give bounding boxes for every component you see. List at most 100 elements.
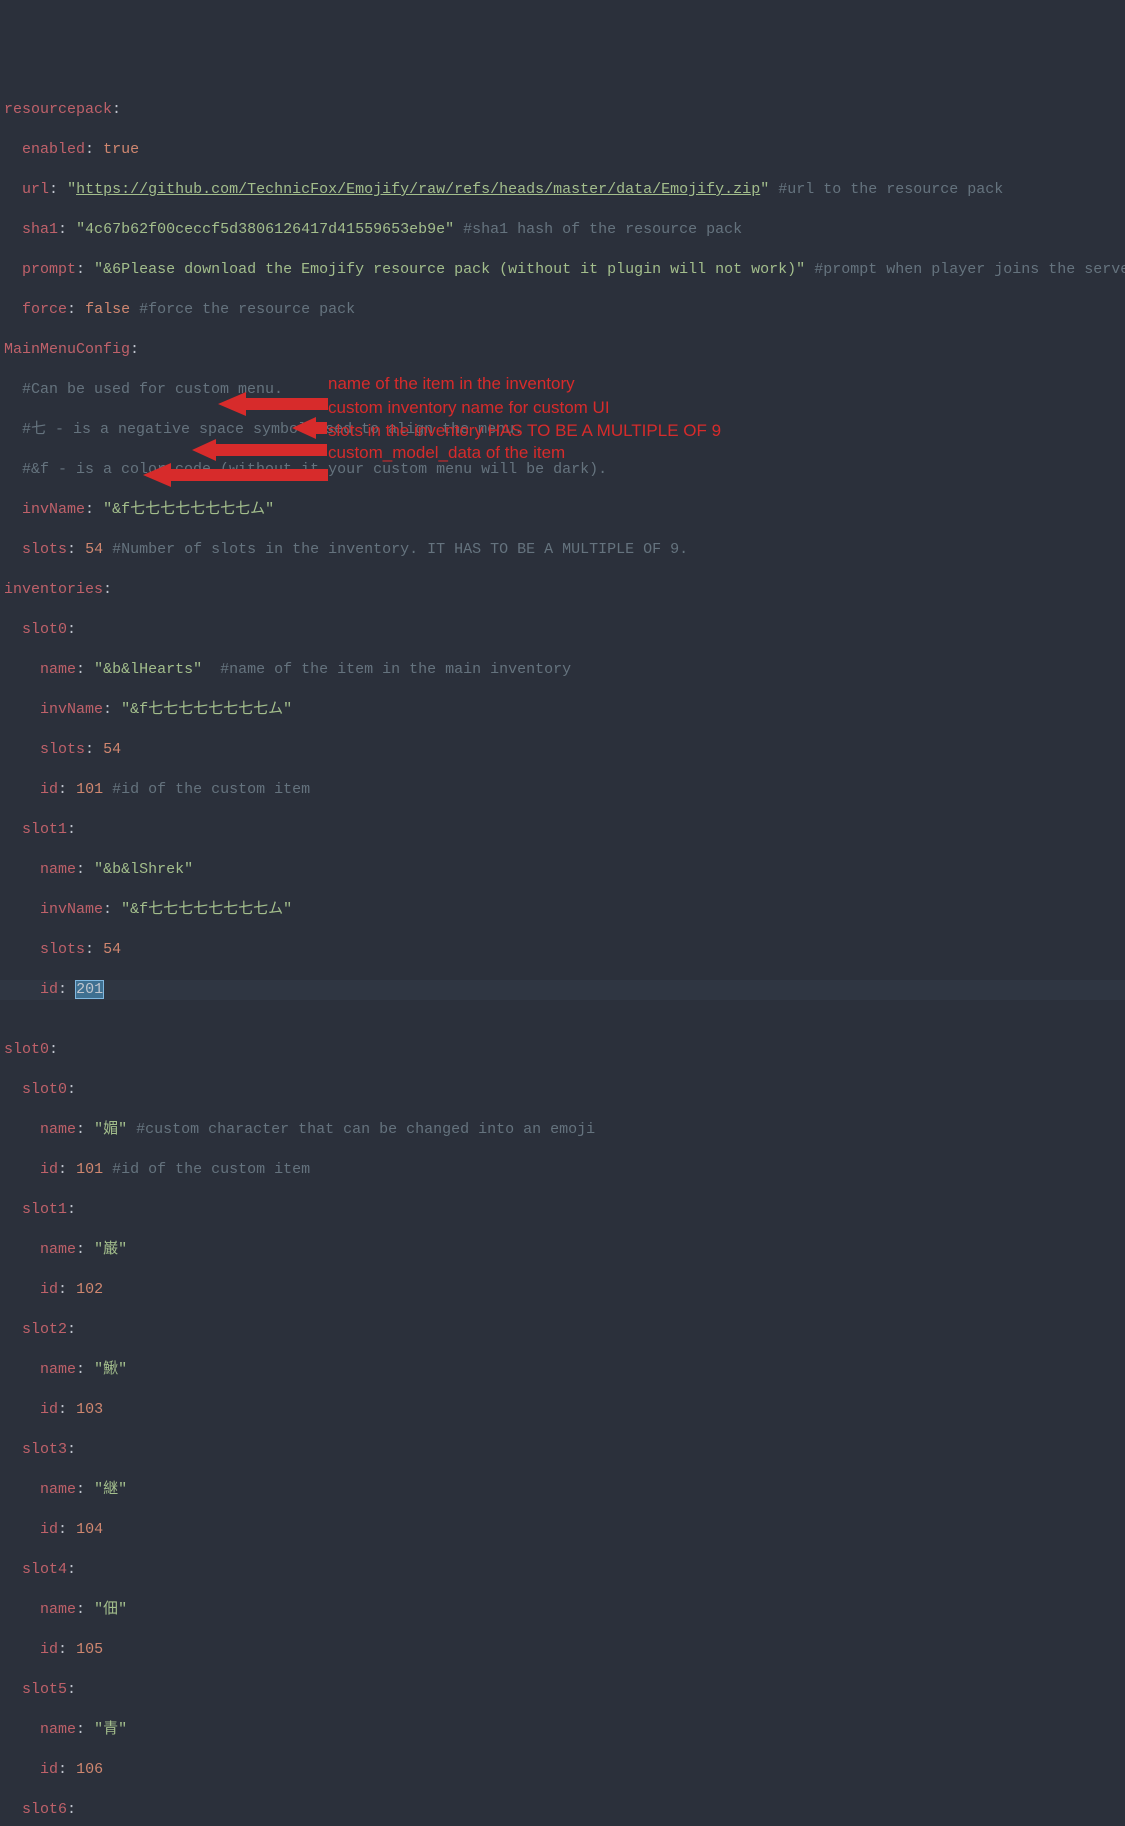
yaml-key: id: [40, 981, 58, 998]
yaml-key: id: [40, 1641, 58, 1658]
code-line: force: false #force the resource pack: [0, 300, 1125, 320]
code-line: id: 103: [0, 1400, 1125, 1420]
code-line: invName: "&f七七七七七七七七ム": [0, 700, 1125, 720]
yaml-key: name: [40, 861, 76, 878]
yaml-key: slot0: [4, 1041, 49, 1058]
yaml-key: slot4: [22, 1561, 67, 1578]
yaml-key: id: [40, 781, 58, 798]
code-line: slot5:: [0, 1680, 1125, 1700]
yaml-comment: #name of the item in the main inventory: [211, 661, 571, 678]
yaml-number: 101: [76, 1161, 103, 1178]
yaml-key: slot0: [22, 1081, 67, 1098]
code-line: slots: 54: [0, 940, 1125, 960]
yaml-key: enabled: [22, 141, 85, 158]
code-line: id: 101 #id of the custom item: [0, 780, 1125, 800]
code-line: slot4:: [0, 1560, 1125, 1580]
yaml-string: "巌": [94, 1241, 127, 1258]
code-line: id: 105: [0, 1640, 1125, 1660]
yaml-string: "青": [94, 1721, 127, 1738]
code-line: id: 102: [0, 1280, 1125, 1300]
code-line: slots: 54: [0, 740, 1125, 760]
code-line: name: "&b&lShrek": [0, 860, 1125, 880]
code-line: invName: "&f七七七七七七七七ム": [0, 900, 1125, 920]
code-line: name: "青": [0, 1720, 1125, 1740]
yaml-key: sha1: [22, 221, 58, 238]
yaml-number: 105: [76, 1641, 103, 1658]
yaml-key: name: [40, 1241, 76, 1258]
yaml-key: url: [22, 181, 49, 198]
yaml-bool: false: [85, 301, 130, 318]
yaml-key: slot6: [22, 1801, 67, 1818]
yaml-comment: #sha1 hash of the resource pack: [463, 221, 742, 238]
yaml-string: "媚": [94, 1121, 127, 1138]
yaml-number: 103: [76, 1401, 103, 1418]
yaml-key: invName: [40, 901, 103, 918]
yaml-string: "&b&lShrek": [94, 861, 193, 878]
code-line: prompt: "&6Please download the Emojify r…: [0, 260, 1125, 280]
yaml-key: slot1: [22, 821, 67, 838]
yaml-key: id: [40, 1521, 58, 1538]
yaml-key: MainMenuConfig: [4, 341, 130, 358]
code-line: name: "媚" #custom character that can be …: [0, 1120, 1125, 1140]
code-line: slot1:: [0, 820, 1125, 840]
yaml-key: slot0: [22, 621, 67, 638]
yaml-key: slot5: [22, 1681, 67, 1698]
yaml-key: id: [40, 1761, 58, 1778]
yaml-key: name: [40, 1601, 76, 1618]
code-line: slot0:: [0, 1040, 1125, 1060]
yaml-key: invName: [40, 701, 103, 718]
code-line: MainMenuConfig:: [0, 340, 1125, 360]
yaml-string: "佃": [94, 1601, 127, 1618]
yaml-string: "4c67b62f00ceccf5d3806126417d41559653eb9…: [76, 221, 454, 238]
code-line: name: "継": [0, 1480, 1125, 1500]
code-line: slot2:: [0, 1320, 1125, 1340]
annotation-arrow-icon: [143, 443, 328, 507]
code-line: id: 106: [0, 1760, 1125, 1780]
yaml-key: id: [40, 1281, 58, 1298]
yaml-key: prompt: [22, 261, 76, 278]
yaml-key: slots: [40, 941, 85, 958]
yaml-key: slots: [40, 741, 85, 758]
code-line: slots: 54 #Number of slots in the invent…: [0, 540, 1125, 560]
yaml-key: slot3: [22, 1441, 67, 1458]
code-editor[interactable]: resourcepack: enabled: true url: "https:…: [0, 80, 1125, 1826]
code-line: enabled: true: [0, 140, 1125, 160]
yaml-string: "&b&lHearts": [94, 661, 202, 678]
annotation-text: custom inventory name for custom UI: [328, 398, 610, 418]
yaml-key: name: [40, 1481, 76, 1498]
yaml-url: https://github.com/TechnicFox/Emojify/ra…: [76, 181, 760, 198]
yaml-string: "継": [94, 1481, 127, 1498]
yaml-key: id: [40, 1161, 58, 1178]
yaml-comment: #force the resource pack: [139, 301, 355, 318]
yaml-key: name: [40, 661, 76, 678]
yaml-number: 54: [103, 941, 121, 958]
yaml-key: slot2: [22, 1321, 67, 1338]
yaml-key: invName: [22, 501, 85, 518]
code-line: slot1:: [0, 1200, 1125, 1220]
yaml-bool: true: [103, 141, 139, 158]
yaml-comment: #id of the custom item: [112, 1161, 310, 1178]
yaml-comment: #prompt when player joins the server: [814, 261, 1125, 278]
code-line: id: 101 #id of the custom item: [0, 1160, 1125, 1180]
code-line: sha1: "4c67b62f00ceccf5d3806126417d41559…: [0, 220, 1125, 240]
code-line-highlighted: id: 201: [0, 980, 1125, 1000]
code-line: name: "佃": [0, 1600, 1125, 1620]
code-line: url: "https://github.com/TechnicFox/Emoj…: [0, 180, 1125, 200]
yaml-string: "&f七七七七七七七七ム": [121, 901, 292, 918]
yaml-key: slots: [22, 541, 67, 558]
yaml-key: slot1: [22, 1201, 67, 1218]
yaml-number: 106: [76, 1761, 103, 1778]
yaml-number: 104: [76, 1521, 103, 1538]
code-line: name: "鰍": [0, 1360, 1125, 1380]
yaml-comment: #url to the resource pack: [778, 181, 1003, 198]
yaml-comment: #custom character that can be changed in…: [136, 1121, 595, 1138]
yaml-number-selected: 201: [76, 981, 103, 998]
yaml-key: name: [40, 1361, 76, 1378]
yaml-comment: #id of the custom item: [112, 781, 310, 798]
code-line: slot3:: [0, 1440, 1125, 1460]
annotation-text: name of the item in the inventory: [328, 374, 575, 394]
code-line: slot6:: [0, 1800, 1125, 1820]
yaml-number: 54: [85, 541, 103, 558]
code-line: slot0:: [0, 1080, 1125, 1100]
yaml-string: "&6Please download the Emojify resource …: [94, 261, 805, 278]
